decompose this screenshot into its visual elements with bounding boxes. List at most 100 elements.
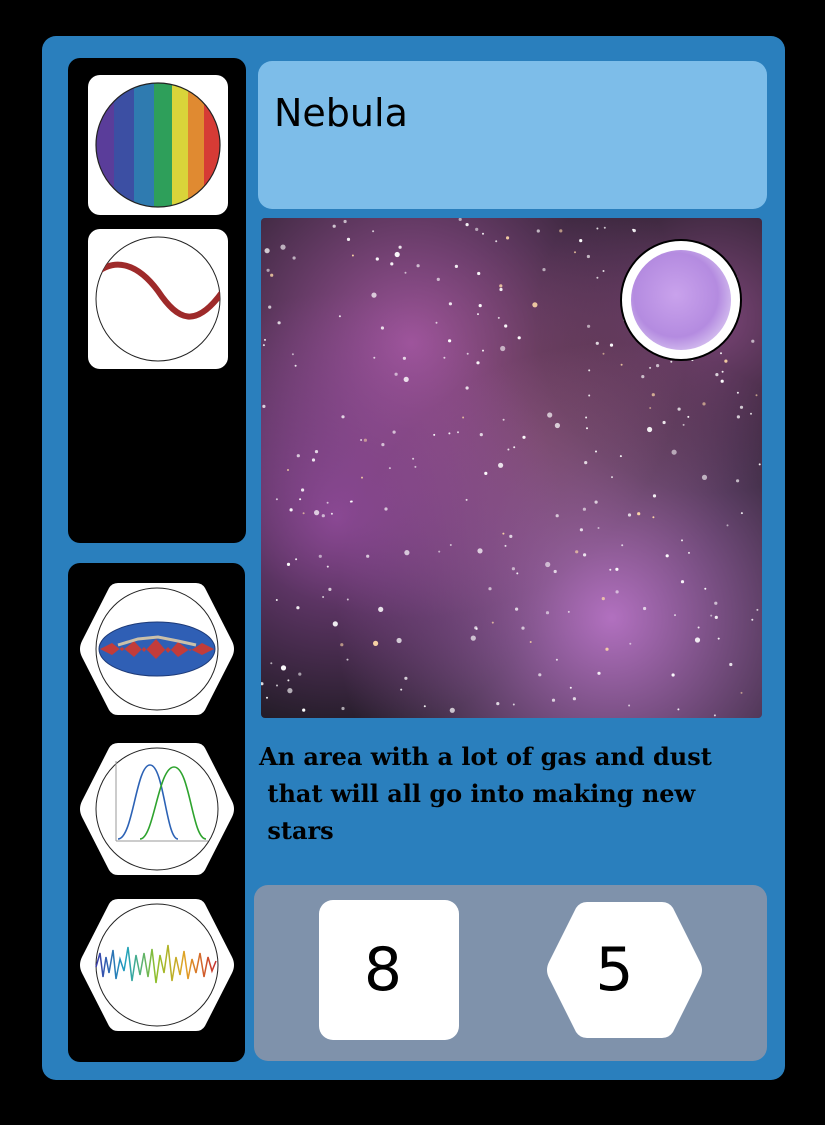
star xyxy=(671,449,677,455)
star xyxy=(488,587,492,591)
star xyxy=(720,352,722,355)
description-line: that will all go into making new xyxy=(259,779,696,808)
star xyxy=(736,415,740,419)
star xyxy=(496,702,500,706)
star xyxy=(504,324,508,328)
star xyxy=(758,463,761,466)
star xyxy=(270,273,274,277)
star xyxy=(542,268,546,272)
star xyxy=(507,448,510,451)
star xyxy=(729,662,733,667)
star xyxy=(677,407,681,411)
star xyxy=(509,534,513,538)
star xyxy=(326,501,329,504)
star xyxy=(554,422,560,429)
star xyxy=(330,512,333,515)
star xyxy=(343,219,347,224)
distribution-curves-icon xyxy=(78,739,236,879)
star xyxy=(597,671,601,675)
star xyxy=(583,553,587,557)
star xyxy=(603,226,606,229)
star xyxy=(555,514,559,518)
star xyxy=(262,344,265,347)
star xyxy=(595,450,597,453)
star xyxy=(641,375,645,379)
star xyxy=(476,361,480,365)
star xyxy=(713,714,716,717)
star xyxy=(475,627,478,630)
star xyxy=(332,621,338,627)
star xyxy=(714,601,718,605)
star xyxy=(295,558,298,561)
star xyxy=(596,227,599,230)
star xyxy=(715,373,719,377)
description-line: stars xyxy=(259,816,334,845)
star xyxy=(495,240,498,243)
star xyxy=(670,360,673,363)
star xyxy=(349,500,352,503)
star xyxy=(302,708,306,712)
star xyxy=(392,430,396,434)
star xyxy=(375,257,379,261)
star xyxy=(579,239,583,243)
nebula-artwork xyxy=(261,218,762,718)
star xyxy=(433,433,436,436)
star xyxy=(515,607,519,611)
star xyxy=(671,673,675,677)
star xyxy=(720,379,724,383)
star xyxy=(736,391,739,394)
star xyxy=(572,697,576,701)
star xyxy=(287,679,290,682)
star xyxy=(462,416,465,419)
star xyxy=(602,352,605,355)
star xyxy=(597,527,600,529)
star xyxy=(423,705,426,708)
star xyxy=(677,708,680,711)
star xyxy=(619,455,622,458)
star xyxy=(465,223,469,227)
sky-map-icon xyxy=(78,579,236,719)
star xyxy=(740,691,743,694)
star xyxy=(504,544,507,547)
star xyxy=(287,688,293,694)
star xyxy=(275,498,278,501)
star xyxy=(314,510,320,516)
star xyxy=(449,707,455,713)
star xyxy=(366,554,370,558)
star xyxy=(516,572,519,575)
star xyxy=(586,427,588,430)
star xyxy=(477,313,479,316)
star xyxy=(457,431,459,434)
star xyxy=(301,488,305,492)
star xyxy=(585,416,588,419)
star xyxy=(647,426,653,433)
star xyxy=(292,256,296,260)
star xyxy=(662,420,666,425)
star xyxy=(443,356,446,359)
star xyxy=(710,614,713,617)
star xyxy=(545,561,551,568)
star xyxy=(394,251,400,258)
star xyxy=(656,364,660,368)
star xyxy=(448,432,451,435)
star xyxy=(499,287,503,292)
star xyxy=(536,229,540,233)
star xyxy=(466,352,469,355)
star xyxy=(643,606,647,611)
star xyxy=(302,512,305,515)
star xyxy=(341,706,345,711)
star xyxy=(262,404,266,408)
star xyxy=(384,507,388,511)
star xyxy=(436,277,440,281)
star xyxy=(740,512,743,515)
star xyxy=(477,271,481,276)
star xyxy=(588,369,591,372)
star xyxy=(454,264,458,268)
star xyxy=(567,610,570,613)
star xyxy=(341,415,345,419)
star xyxy=(465,386,469,390)
star xyxy=(620,363,623,366)
title-box: Nebula xyxy=(258,61,767,209)
star xyxy=(491,621,494,624)
star xyxy=(381,443,385,447)
